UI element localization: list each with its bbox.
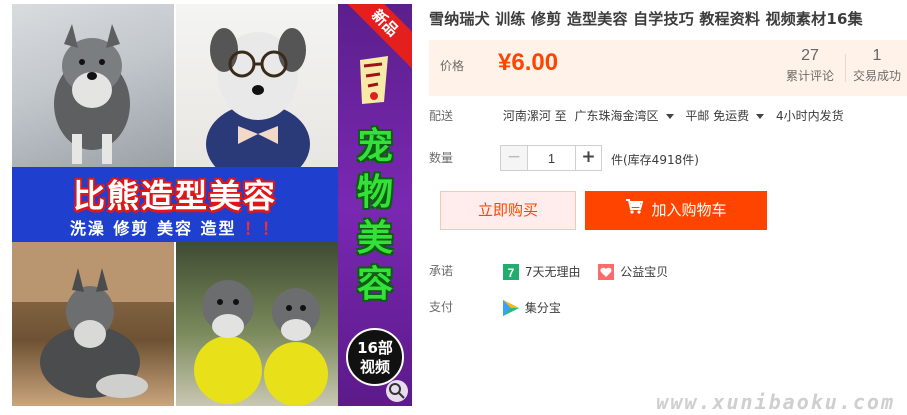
quantity-stepper: − +: [500, 145, 602, 171]
badge-count: 16部: [357, 339, 393, 357]
photo-dog-standing: [12, 4, 174, 167]
banner-subtitle: 洗澡 修剪 美容 造型 ！！: [12, 215, 338, 239]
side-vertical-title: 宠物美容: [356, 126, 393, 305]
banner-title: 比熊造型美容: [72, 177, 277, 215]
jifenbao-icon: [502, 299, 519, 316]
promise-label: 承诺: [429, 264, 454, 278]
product-main-image[interactable]: 比熊造型美容 洗澡 修剪 美容 造型 ！！ 新品 宠物美容 16部 视频: [12, 4, 412, 406]
quantity-decrease-button[interactable]: −: [501, 146, 527, 170]
photo-dog-glasses: [176, 4, 338, 167]
quantity-increase-button[interactable]: +: [575, 146, 601, 170]
shipping-label: 配送: [429, 109, 454, 123]
promise-row: 承诺 7 7天无理由 公益宝贝: [429, 262, 682, 280]
shipping-origin: 河南漯河 至: [502, 109, 567, 123]
shipping-destination[interactable]: 广东珠海金湾区: [574, 109, 658, 123]
charity-heart-icon: [598, 263, 615, 280]
shipping-method[interactable]: 平邮 免运费: [685, 109, 749, 123]
banner-exclaim: ！！: [244, 219, 281, 238]
review-count-label: 累计评论: [785, 69, 834, 83]
product-title: 雪纳瑞犬 训练 修剪 造型美容 自学技巧 教程资料 视频素材16集: [429, 10, 863, 28]
svg-text:7: 7: [507, 266, 514, 280]
quantity-input[interactable]: [527, 146, 575, 170]
price-label: 价格: [440, 59, 465, 73]
payment-method: 集分宝: [502, 299, 561, 316]
zoom-icon[interactable]: [386, 380, 408, 402]
seven-day-icon: 7: [502, 263, 519, 280]
review-count: 27: [801, 47, 819, 64]
dispatch-time: 4小时内发货: [775, 109, 844, 123]
quantity-row: 数量 − + 件(库存4918件): [429, 145, 699, 171]
promise-7day-return[interactable]: 7 7天无理由: [502, 263, 581, 280]
promise-item-2: 公益宝贝: [620, 265, 669, 279]
review-count-stat[interactable]: 27 累计评论: [775, 47, 845, 84]
side-strip: 新品 宠物美容 16部 视频: [336, 4, 412, 406]
method-chevron-down-icon[interactable]: [756, 113, 765, 119]
photo-dogs-yellow-shirts: [176, 242, 338, 406]
brand-logo: [360, 56, 388, 104]
payment-method-label: 集分宝: [524, 301, 561, 315]
shipping-row: 配送 河南漯河 至 广东珠海金湾区 平邮 免运费 4小时内发货: [429, 107, 848, 124]
promise-item-1: 7天无理由: [524, 265, 581, 279]
badge-label: 视频: [359, 358, 390, 376]
destination-chevron-down-icon[interactable]: [665, 113, 674, 119]
cart-icon: [625, 190, 644, 229]
buy-now-button[interactable]: 立即购买: [440, 191, 576, 230]
payment-label: 支付: [429, 300, 454, 314]
photo-dog-sitting: [12, 242, 174, 406]
video-count-badge: 16部 视频: [346, 328, 404, 386]
sales-count-stat: 1 交易成功: [842, 47, 907, 84]
add-to-cart-label: 加入购物车: [651, 201, 727, 219]
sales-count: 1: [872, 47, 882, 64]
payment-row: 支付 集分宝: [429, 298, 575, 316]
price-panel: 价格 ¥6.00 27 累计评论 1 交易成功: [429, 40, 907, 96]
price-value: ¥6.00: [498, 49, 559, 76]
quantity-label: 数量: [429, 151, 454, 165]
add-to-cart-button[interactable]: 加入购物车: [585, 191, 767, 230]
sales-count-label: 交易成功: [852, 69, 901, 83]
banner-subtitle-text: 洗澡 修剪 美容 造型: [69, 219, 237, 238]
site-watermark: www.xunibaoku.com: [656, 390, 895, 414]
promo-banner: 比熊造型美容 洗澡 修剪 美容 造型 ！！: [12, 167, 338, 242]
promise-charity[interactable]: 公益宝贝: [598, 263, 668, 280]
stock-info: 件(库存4918件): [611, 153, 699, 167]
